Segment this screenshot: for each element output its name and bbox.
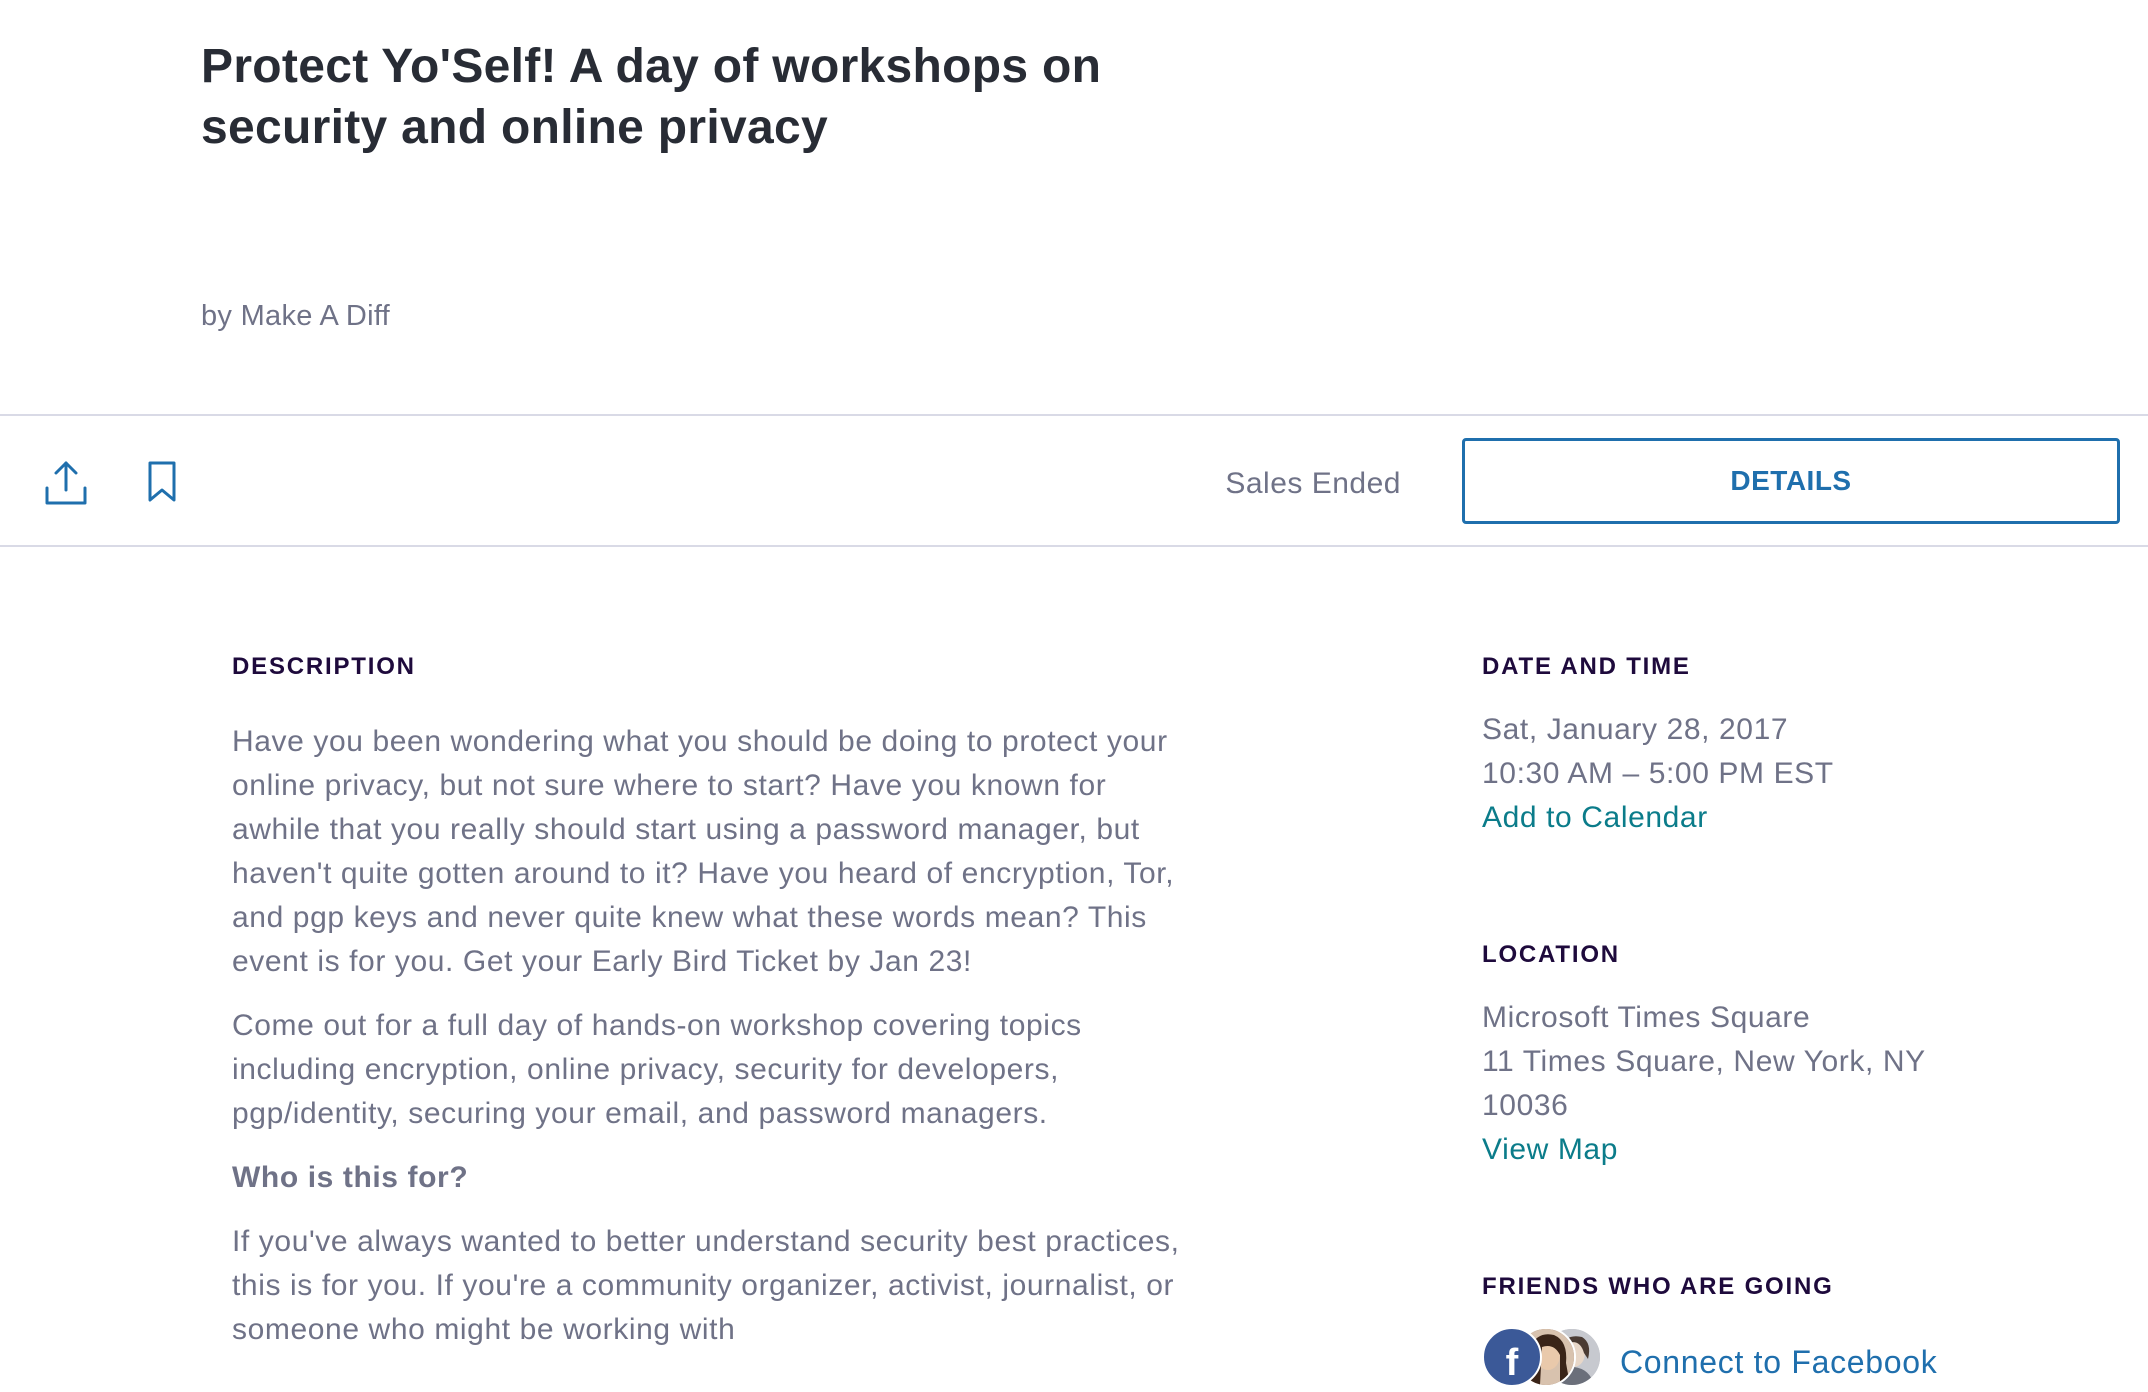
bookmark-icon — [148, 461, 176, 502]
share-button[interactable] — [44, 458, 88, 506]
event-time: 10:30 AM – 5:00 PM EST — [1482, 757, 1834, 790]
description-subheading: Who is this for? — [232, 1161, 469, 1194]
description-paragraph: Have you been wondering what you should … — [232, 725, 1175, 978]
description-paragraph: If you've always wanted to better unders… — [232, 1225, 1180, 1346]
details-button[interactable]: DETAILS — [1462, 438, 2120, 524]
location-heading: LOCATION — [1482, 941, 1620, 968]
organizer-name: by Make A Diff — [201, 300, 391, 332]
action-bar-top-divider — [0, 414, 2148, 416]
description-heading: DESCRIPTION — [232, 653, 416, 680]
venue-name: Microsoft Times Square — [1482, 1001, 1811, 1034]
share-upload-icon — [45, 461, 87, 505]
friends-heading: FRIENDS WHO ARE GOING — [1482, 1273, 1834, 1300]
view-map-link[interactable]: View Map — [1482, 1128, 2102, 1172]
action-bar-bottom-divider — [0, 545, 2148, 547]
facebook-icon: f — [1482, 1327, 1542, 1387]
friends-avatars: f — [1482, 1324, 1602, 1387]
venue-zip: 10036 — [1482, 1089, 1569, 1122]
bookmark-button[interactable] — [145, 460, 179, 504]
description-body: Have you been wondering what you should … — [232, 720, 1192, 1372]
add-to-calendar-link[interactable]: Add to Calendar — [1482, 796, 2102, 840]
event-date: Sat, January 28, 2017 — [1482, 713, 1789, 746]
date-time-block: Sat, January 28, 2017 10:30 AM – 5:00 PM… — [1482, 708, 2102, 840]
event-title: Protect Yo'Self! A day of workshops on s… — [201, 40, 1102, 154]
date-time-heading: DATE AND TIME — [1482, 653, 1691, 680]
description-paragraph: Come out for a full day of hands-on work… — [232, 1009, 1082, 1130]
location-block: Microsoft Times Square 11 Times Square, … — [1482, 996, 2102, 1172]
venue-address: 11 Times Square, New York, NY — [1482, 1045, 1926, 1078]
sales-status: Sales Ended — [1225, 467, 1401, 500]
connect-to-facebook-link[interactable]: Connect to Facebook — [1620, 1342, 1938, 1382]
